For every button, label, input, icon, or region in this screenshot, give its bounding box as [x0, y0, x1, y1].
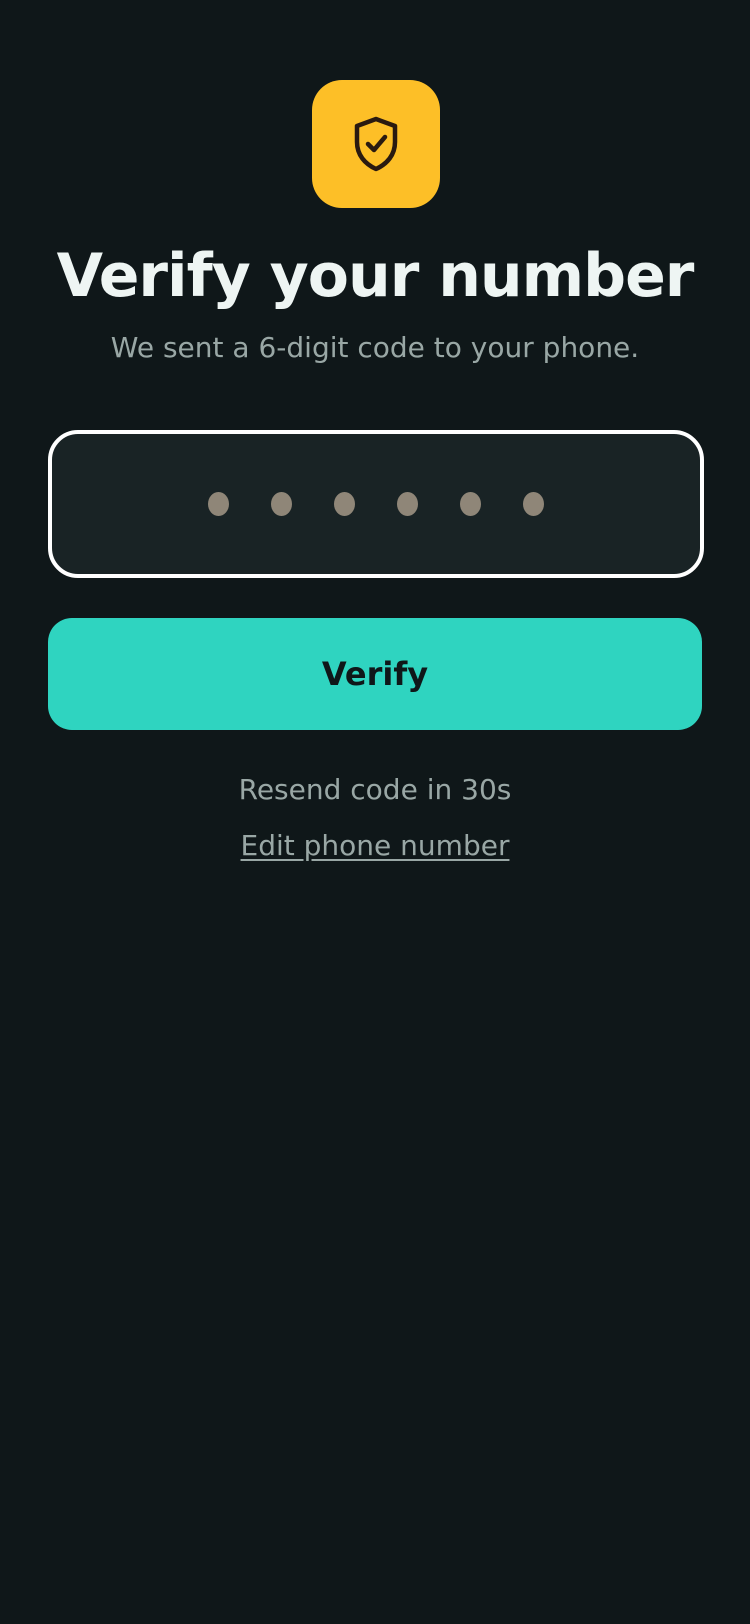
verify-button[interactable]: Verify	[48, 618, 702, 730]
verify-screen: Verify your number We sent a 6-digit cod…	[0, 0, 750, 1624]
page-title: Verify your number	[56, 241, 695, 311]
code-digit-placeholder	[271, 492, 292, 516]
resend-countdown: Resend code in 30s	[238, 773, 512, 806]
edit-phone-number-link[interactable]: Edit phone number	[241, 829, 510, 862]
shield-check-icon	[354, 116, 398, 172]
code-digit-placeholder	[523, 492, 544, 516]
code-digit-placeholder	[334, 492, 355, 516]
edit-phone-number-link-row: Edit phone number	[0, 826, 750, 866]
page-subtitle: We sent a 6-digit code to your phone.	[110, 331, 640, 364]
code-digit-placeholder	[208, 492, 229, 516]
code-digit-placeholder	[460, 492, 481, 516]
code-digit-placeholder	[397, 492, 418, 516]
verification-code-input[interactable]	[48, 430, 704, 578]
shield-badge	[312, 80, 440, 208]
